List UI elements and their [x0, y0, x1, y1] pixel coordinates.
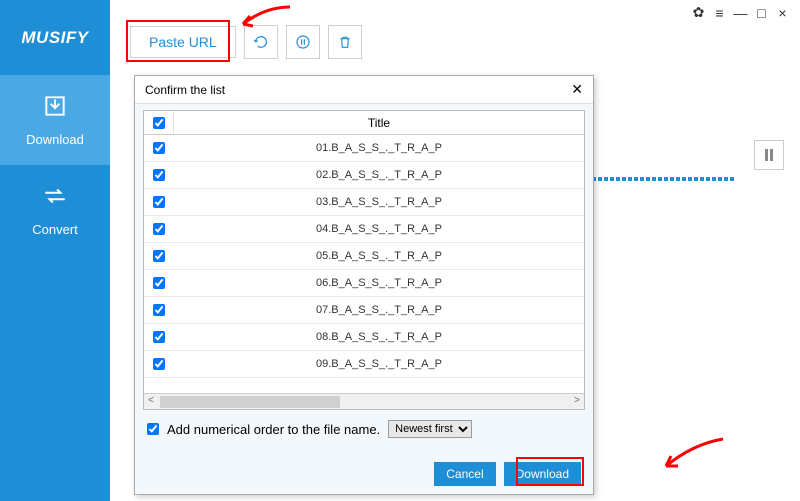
- row-title: 09.B_A_S_S_._T_R_A_P: [174, 358, 584, 370]
- minimize-icon[interactable]: —: [733, 5, 748, 20]
- list-header: Title: [144, 111, 584, 135]
- pause-all-button[interactable]: [286, 25, 320, 59]
- paste-url-button[interactable]: Paste URL: [130, 26, 236, 58]
- table-row[interactable]: 01.B_A_S_S_._T_R_A_P: [144, 135, 584, 162]
- row-checkbox[interactable]: [153, 169, 165, 181]
- row-checkbox[interactable]: [153, 331, 165, 343]
- row-checkbox[interactable]: [153, 196, 165, 208]
- list-rows[interactable]: 01.B_A_S_S_._T_R_A_P 02.B_A_S_S_._T_R_A_…: [144, 135, 584, 393]
- row-title: 08.B_A_S_S_._T_R_A_P: [174, 331, 584, 343]
- toolbar: Paste URL: [130, 25, 362, 59]
- title-column-header: Title: [174, 111, 584, 134]
- row-title: 03.B_A_S_S_._T_R_A_P: [174, 196, 584, 208]
- dialog-close-button[interactable]: ✕: [571, 81, 583, 98]
- track-list: Title 01.B_A_S_S_._T_R_A_P 02.B_A_S_S_._…: [143, 110, 585, 410]
- table-row[interactable]: 03.B_A_S_S_._T_R_A_P: [144, 189, 584, 216]
- row-checkbox[interactable]: [153, 142, 165, 154]
- item-pause-button[interactable]: [754, 140, 784, 170]
- delete-button[interactable]: [328, 25, 362, 59]
- convert-icon: [42, 183, 68, 212]
- menu-icon[interactable]: ≡: [712, 5, 727, 20]
- row-title: 01.B_A_S_S_._T_R_A_P: [174, 142, 584, 154]
- download-button[interactable]: Download: [504, 462, 581, 486]
- row-checkbox[interactable]: [153, 250, 165, 262]
- add-numerical-label: Add numerical order to the file name.: [167, 422, 380, 437]
- row-title: 02.B_A_S_S_._T_R_A_P: [174, 169, 584, 181]
- app-logo: MUSIFY: [0, 0, 110, 75]
- row-title: 04.B_A_S_S_._T_R_A_P: [174, 223, 584, 235]
- row-checkbox[interactable]: [153, 304, 165, 316]
- progress-dots: [580, 168, 750, 172]
- trash-icon: [337, 34, 353, 50]
- row-title: 07.B_A_S_S_._T_R_A_P: [174, 304, 584, 316]
- annotation-arrow-download: [658, 434, 728, 474]
- sidebar-item-label: Download: [26, 132, 84, 147]
- table-row[interactable]: 07.B_A_S_S_._T_R_A_P: [144, 297, 584, 324]
- add-numerical-checkbox[interactable]: [147, 423, 159, 435]
- sort-order-select[interactable]: Newest first: [388, 420, 472, 438]
- sidebar-item-download[interactable]: Download: [0, 75, 110, 165]
- refresh-button[interactable]: [244, 25, 278, 59]
- table-row[interactable]: 08.B_A_S_S_._T_R_A_P: [144, 324, 584, 351]
- confirm-list-dialog: Confirm the list ✕ Title 01.B_A_S_S_._T_…: [134, 75, 594, 495]
- row-title: 05.B_A_S_S_._T_R_A_P: [174, 250, 584, 262]
- refresh-icon: [253, 34, 269, 50]
- table-row[interactable]: 02.B_A_S_S_._T_R_A_P: [144, 162, 584, 189]
- row-checkbox[interactable]: [153, 358, 165, 370]
- pause-icon: [764, 149, 774, 161]
- row-title: 06.B_A_S_S_._T_R_A_P: [174, 277, 584, 289]
- dialog-header: Confirm the list ✕: [135, 76, 593, 104]
- sidebar-item-convert[interactable]: Convert: [0, 165, 110, 255]
- horizontal-scrollbar[interactable]: [144, 393, 584, 409]
- close-icon[interactable]: ×: [775, 5, 790, 20]
- table-row[interactable]: 09.B_A_S_S_._T_R_A_P: [144, 351, 584, 378]
- table-row[interactable]: 06.B_A_S_S_._T_R_A_P: [144, 270, 584, 297]
- download-icon: [42, 93, 68, 122]
- select-all-checkbox[interactable]: [153, 117, 165, 129]
- select-all-cell: [144, 111, 174, 134]
- pause-circle-icon: [295, 34, 311, 50]
- settings-icon[interactable]: ✿: [691, 5, 706, 20]
- maximize-icon[interactable]: □: [754, 5, 769, 20]
- row-checkbox[interactable]: [153, 223, 165, 235]
- sidebar-item-label: Convert: [32, 222, 78, 237]
- options-row: Add numerical order to the file name. Ne…: [143, 410, 585, 448]
- table-row[interactable]: 05.B_A_S_S_._T_R_A_P: [144, 243, 584, 270]
- dialog-footer: Cancel Download: [135, 454, 593, 494]
- dialog-title: Confirm the list: [145, 83, 225, 97]
- titlebar-controls: ✿ ≡ — □ ×: [691, 5, 790, 20]
- row-checkbox[interactable]: [153, 277, 165, 289]
- sidebar: MUSIFY Download Convert: [0, 0, 110, 501]
- dialog-body: Title 01.B_A_S_S_._T_R_A_P 02.B_A_S_S_._…: [135, 104, 593, 454]
- table-row[interactable]: 04.B_A_S_S_._T_R_A_P: [144, 216, 584, 243]
- cancel-button[interactable]: Cancel: [434, 462, 495, 486]
